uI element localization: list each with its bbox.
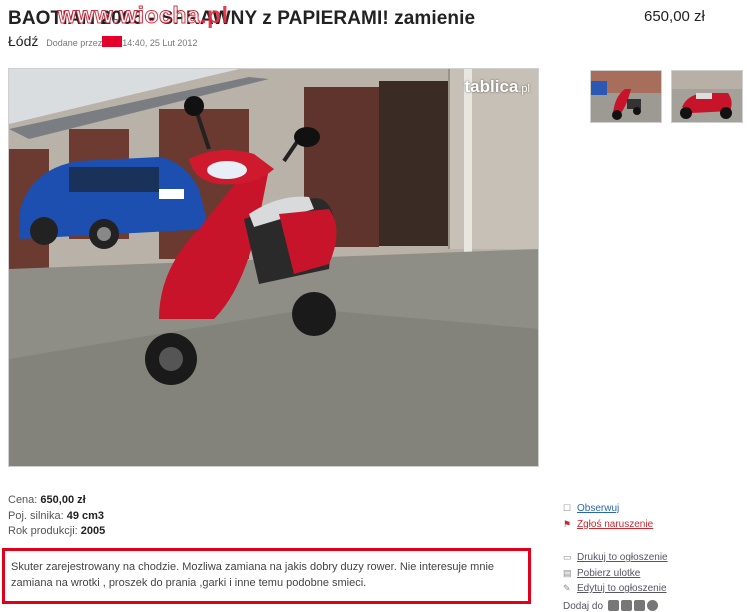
thumbnail-1[interactable] <box>590 70 662 123</box>
added-by-label: Dodane przez <box>46 38 103 48</box>
checkbox-icon: ☐ <box>563 503 572 513</box>
main-photo[interactable]: tablica.pl <box>8 68 539 467</box>
added-time: 14:40, 25 Lut 2012 <box>122 38 198 48</box>
thumbnail-2[interactable] <box>671 70 743 123</box>
photo-brand: tablica.pl <box>464 77 530 96</box>
thumbnail-image <box>591 71 661 122</box>
listing-price: 650,00 zł <box>644 8 705 25</box>
print-link[interactable]: ▭ Drukuj to ogłoszenie <box>563 552 668 568</box>
blip-icon[interactable] <box>633 600 645 611</box>
spec-price: Cena: 650,00 zł <box>8 494 86 506</box>
scooter-photo <box>9 69 538 466</box>
spec-engine: Poj. silnika: 49 cm3 <box>8 509 105 522</box>
document-icon: ▤ <box>563 567 572 578</box>
description-box: Skuter zarejestrowany na chodzie. Mozliw… <box>2 548 531 604</box>
action-links-bottom: ▭ Drukuj to ogłoszenie ▤ Pobierz ulotke ✎ E… <box>563 552 668 599</box>
share-row: Dodaj do <box>563 600 658 612</box>
flyer-link[interactable]: ▤ Pobierz ulotke <box>563 568 668 584</box>
redacted-user <box>102 36 123 47</box>
listing-meta: Łódź Dodane przez 14:40, 25 Lut 2012 <box>8 33 197 49</box>
spec-list: Cena: 650,00 zł Poj. silnika: 49 cm3 Rok… <box>8 493 105 540</box>
action-links-top: ☐ Obserwuj ⚑ Zgłoś naruszenie <box>563 503 653 534</box>
location: Łódź <box>8 33 39 49</box>
share-label: Dodaj do <box>563 601 604 612</box>
facebook-icon[interactable] <box>607 600 619 611</box>
edit-icon: ✎ <box>563 583 571 593</box>
thumbnail-image <box>672 71 742 122</box>
printer-icon: ▭ <box>563 552 572 562</box>
twitter-icon[interactable] <box>620 600 632 611</box>
nk-icon[interactable] <box>646 600 658 611</box>
follow-link[interactable]: ☐ Obserwuj <box>563 503 653 519</box>
edit-link[interactable]: ✎ Edytuj to ogłoszenie <box>563 583 668 599</box>
site-watermark: www.wiocha.pl <box>57 2 229 29</box>
spec-year: Rok produkcji: 2005 <box>8 525 106 537</box>
report-link[interactable]: ⚑ Zgłoś naruszenie <box>563 519 653 535</box>
flag-icon: ⚑ <box>563 518 572 529</box>
